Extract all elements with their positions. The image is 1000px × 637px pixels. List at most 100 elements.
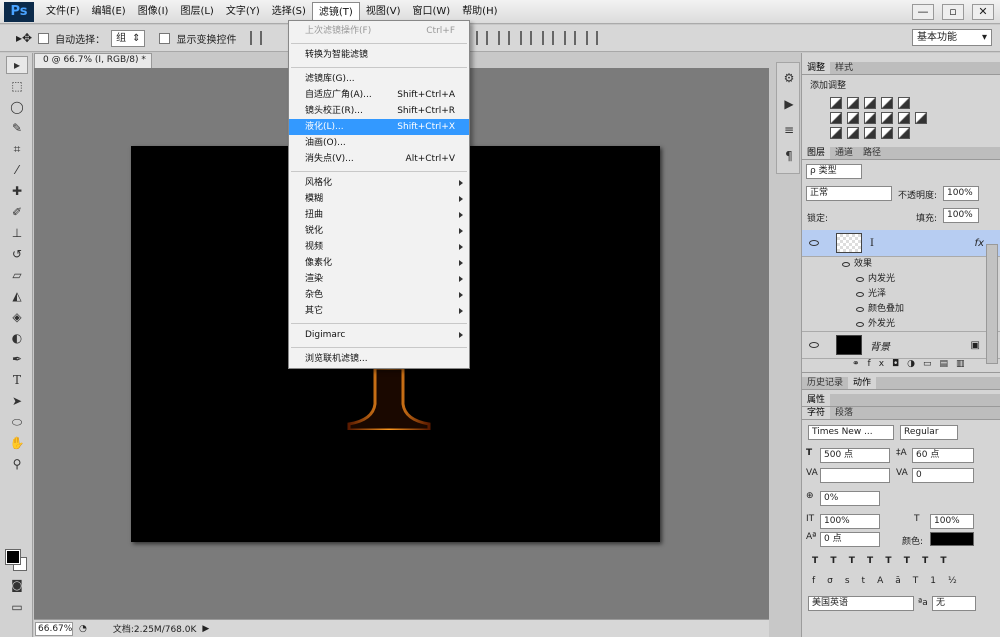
menu-view[interactable]: 视图(V) xyxy=(360,2,407,22)
filter-menu-item[interactable]: 其它 xyxy=(289,303,469,319)
ellipse-tool-icon[interactable]: ⬭ xyxy=(6,413,28,431)
menu-type[interactable]: 文字(Y) xyxy=(220,2,266,22)
eyedropper-tool-icon[interactable]: ⁄ xyxy=(6,161,28,179)
menu-window[interactable]: 窗口(W) xyxy=(406,2,456,22)
visibility-eye-icon[interactable] xyxy=(809,342,819,348)
filter-menu-item[interactable]: 消失点(V)... Alt+Ctrl+V xyxy=(289,151,469,167)
font-style-select[interactable]: Regular xyxy=(900,425,958,440)
color-balance-icon[interactable] xyxy=(847,112,859,124)
foreground-color-swatch[interactable] xyxy=(5,549,21,565)
layer-kind-filter[interactable]: ρ 类型 xyxy=(806,164,862,179)
show-transform-checkbox[interactable] xyxy=(159,32,171,44)
layer-effects-group[interactable]: 效果 xyxy=(802,257,1000,272)
workspace-dropdown[interactable]: 基本功能 ▾ xyxy=(912,29,992,46)
filter-menu-item[interactable]: 自适应广角(A)... Shift+Ctrl+A xyxy=(289,87,469,103)
status-menu-arrow-icon[interactable]: ▶ xyxy=(202,624,209,634)
visibility-eye-icon[interactable] xyxy=(856,321,864,327)
layer-row[interactable]: I fx xyxy=(802,230,1000,257)
horizontal-scale-field[interactable]: 100% xyxy=(930,514,974,529)
tab-paths[interactable]: 路径 xyxy=(858,147,886,159)
eraser-tool-icon[interactable]: ▱ xyxy=(6,266,28,284)
distribute-icon[interactable] xyxy=(586,31,599,45)
quick-select-tool-icon[interactable]: ✎ xyxy=(6,119,28,137)
type-tool-icon[interactable]: T xyxy=(6,371,28,389)
blur-tool-icon[interactable]: ◈ xyxy=(6,308,28,326)
opentype-buttons[interactable]: fσstAāT1½ xyxy=(812,576,969,586)
text-color-swatch[interactable] xyxy=(930,532,974,546)
maximize-button[interactable]: ▫ xyxy=(942,3,964,20)
posterize-icon[interactable] xyxy=(847,127,859,139)
actions-panel-icon[interactable]: ▶ xyxy=(778,95,800,113)
font-size-field[interactable]: 500 点 xyxy=(820,448,890,463)
tab-paragraph[interactable]: 段落 xyxy=(830,407,858,419)
fill-field[interactable]: 100% xyxy=(943,208,979,223)
exposure-icon[interactable] xyxy=(881,97,893,109)
path-select-tool-icon[interactable]: ➤ xyxy=(6,392,28,410)
photo-filter-icon[interactable] xyxy=(881,112,893,124)
filter-menu-item[interactable]: 转换为智能滤镜 xyxy=(289,47,469,63)
filter-menu-item[interactable]: 浏览联机滤镜... xyxy=(289,351,469,367)
type-style-buttons[interactable]: TTTTTTTT xyxy=(812,556,959,566)
brush-tool-icon[interactable]: ✐ xyxy=(6,203,28,221)
align-top-icon[interactable] xyxy=(250,31,263,45)
selective-color-icon[interactable] xyxy=(898,127,910,139)
filter-menu-item[interactable]: 杂色 xyxy=(289,287,469,303)
brightness-icon[interactable] xyxy=(830,97,842,109)
visibility-eye-icon[interactable] xyxy=(856,292,864,297)
layers-footer-icons[interactable]: ⚭fx◘◑▭▤▥ xyxy=(802,359,1000,373)
zoom-field[interactable]: 66.67% xyxy=(35,621,73,636)
history-panel-icon[interactable]: ⚙ xyxy=(778,69,800,87)
menu-layer[interactable]: 图层(L) xyxy=(174,2,219,22)
character-panel-icon[interactable]: ¶ xyxy=(778,147,800,165)
filter-menu-item[interactable]: 渲染 xyxy=(289,271,469,287)
filter-menu-item[interactable]: 模糊 xyxy=(289,191,469,207)
filter-menu-item[interactable]: 扭曲 xyxy=(289,207,469,223)
marquee-tool-icon[interactable]: ⬚ xyxy=(6,77,28,95)
leading-field[interactable]: 60 点 xyxy=(912,448,974,463)
tab-actions[interactable]: 动作 xyxy=(848,377,877,389)
channel-mixer-icon[interactable] xyxy=(898,112,910,124)
close-button[interactable]: ✕ xyxy=(972,3,994,20)
menu-edit[interactable]: 编辑(E) xyxy=(86,2,132,22)
menu-select[interactable]: 选择(S) xyxy=(266,2,312,22)
color-lookup-icon[interactable] xyxy=(915,112,927,124)
layer-row[interactable]: 背景 ▣ xyxy=(802,332,1000,359)
document-tab[interactable]: 0 @ 66.7% (I, RGB/8) * × xyxy=(34,53,152,78)
panel-scrollbar[interactable] xyxy=(986,244,998,364)
opacity-field[interactable]: 100% xyxy=(943,186,979,201)
tab-layers[interactable]: 图层 xyxy=(802,147,831,159)
visibility-eye-icon[interactable] xyxy=(842,262,850,267)
stamp-tool-icon[interactable]: ⊥ xyxy=(6,224,28,242)
fx-badge[interactable]: fx xyxy=(975,238,984,249)
filter-menu-item[interactable]: 风格化 xyxy=(289,175,469,191)
minimize-button[interactable]: — xyxy=(912,3,934,20)
black-white-icon[interactable] xyxy=(864,112,876,124)
visibility-eye-icon[interactable] xyxy=(809,240,819,246)
baseline-field[interactable]: 0 点 xyxy=(820,532,880,547)
distribute-icon[interactable] xyxy=(542,31,555,45)
effect-item[interactable]: 光泽 xyxy=(802,287,1000,302)
effect-item[interactable]: 颜色叠加 xyxy=(802,302,1000,317)
filter-menu-item[interactable]: Digimarc xyxy=(289,327,469,343)
tab-styles[interactable]: 样式 xyxy=(830,62,858,74)
blend-mode-select[interactable]: 正常 xyxy=(806,186,892,201)
filter-menu-item[interactable]: 锐化 xyxy=(289,223,469,239)
hue-saturation-icon[interactable] xyxy=(830,112,842,124)
paint-bucket-tool-icon[interactable]: ◭ xyxy=(6,287,28,305)
vertical-scale-field[interactable]: 100% xyxy=(820,514,880,529)
distribute-icon[interactable] xyxy=(498,31,511,45)
filter-menu-item[interactable]: 像素化 xyxy=(289,255,469,271)
visibility-eye-icon[interactable] xyxy=(856,277,864,282)
move-tool-icon[interactable]: ▸✥ xyxy=(16,31,32,45)
screen-mode-icon[interactable]: ▭ xyxy=(6,598,28,616)
invert-icon[interactable] xyxy=(830,127,842,139)
menu-file[interactable]: 文件(F) xyxy=(40,2,86,22)
dodge-tool-icon[interactable]: ◐ xyxy=(6,329,28,347)
auto-select-dropdown[interactable]: 组 ⇕ xyxy=(111,29,146,47)
auto-select-checkbox[interactable] xyxy=(38,32,50,44)
tab-adjustments[interactable]: 调整 xyxy=(802,62,831,74)
filter-menu-item[interactable]: 滤镜库(G)... xyxy=(289,71,469,87)
lasso-tool-icon[interactable]: ◯ xyxy=(6,98,28,116)
filter-menu-item[interactable]: 油画(O)... xyxy=(289,135,469,151)
anti-alias-select[interactable]: 无 xyxy=(932,596,976,611)
